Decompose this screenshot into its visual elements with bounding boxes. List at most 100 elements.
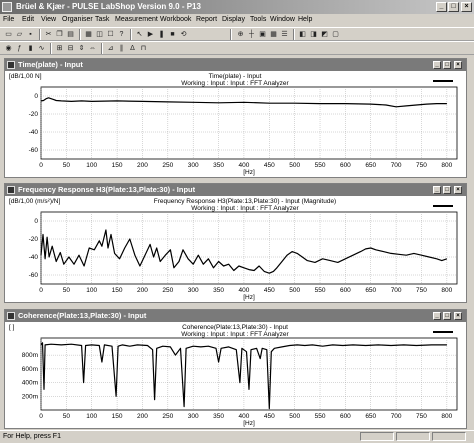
close-button[interactable]: × — [461, 2, 472, 12]
analysis-toolbar: ◉ ƒ ▮ ∿ ⊞ ⊟ ⇕ ⇔ ⊿ ∥ Δ ⊓ — [0, 41, 474, 55]
x-tick-label: 500 — [289, 162, 300, 169]
status-cell — [432, 432, 466, 441]
standard-toolbar: ▭ ▱ ▪ ✂ ❐ ▤ ▦ ◫ ☐ ? ↖ ▶ ❚ ■ ⟲ ⊕ ┼ ▣ ▦ ☰ … — [0, 27, 474, 41]
function-icon[interactable]: ƒ — [15, 44, 24, 53]
menu-edit[interactable]: Edit — [22, 15, 34, 25]
menu-view[interactable]: View — [41, 15, 56, 25]
x-tick-label: 50 — [63, 287, 71, 294]
frequency-response-plot[interactable]: 0 50 100 150 200 250 300 350 400 450 500 550 600 650 7… — [5, 184, 466, 302]
log-y-icon[interactable]: ⊟ — [66, 44, 75, 53]
status-cell — [396, 432, 430, 441]
x-tick-label: 350 — [213, 287, 224, 294]
x-tick-label: 450 — [264, 287, 275, 294]
y-tick-label: 800m — [22, 352, 38, 359]
menu-window[interactable]: Window — [270, 15, 295, 25]
coherence-plot[interactable]: 0 50 100 150 200 250 300 350 400 450 500 550 600 650 7… — [5, 310, 466, 428]
copy-icon[interactable]: ❐ — [55, 30, 64, 39]
table-icon[interactable]: ☰ — [280, 30, 289, 39]
menu-organiser[interactable]: Organiser — [62, 15, 93, 25]
save-icon[interactable]: ▪ — [26, 30, 35, 39]
y-tick-label: -20 — [29, 236, 39, 243]
x-tick-label: 300 — [188, 162, 199, 169]
x-tick-label: 650 — [365, 287, 376, 294]
x-tick-label: 450 — [264, 162, 275, 169]
x-tick-label: 250 — [162, 287, 173, 294]
cursor-icon[interactable]: ┼ — [247, 30, 256, 39]
menu-measurement[interactable]: Measurement — [115, 15, 158, 25]
x-tick-label: 500 — [289, 287, 300, 294]
minimize-button[interactable]: _ — [436, 2, 447, 12]
x-tick-label: 400 — [238, 162, 249, 169]
menu-help[interactable]: Help — [298, 15, 312, 25]
reset-icon[interactable]: ⟲ — [179, 30, 188, 39]
curve-icon[interactable]: ∿ — [37, 44, 46, 53]
time-plate-panel: Time(plate) - Input _ □ × [dB/1,00 N] Ti… — [4, 58, 467, 178]
maximize-button[interactable]: □ — [448, 2, 459, 12]
frequency-response-panel: Frequency Response H3(Plate:13,Plate:30)… — [4, 183, 467, 303]
menu-file[interactable]: File — [3, 15, 14, 25]
menu-workbook[interactable]: Workbook — [160, 15, 191, 25]
x-tick-label: 750 — [416, 413, 427, 420]
x-tick-label: 750 — [416, 162, 427, 169]
fit-icon[interactable]: ⇔ — [88, 44, 97, 53]
menu-task[interactable]: Task — [95, 15, 109, 25]
x-tick-label: 600 — [340, 162, 351, 169]
x-tick-label: 300 — [188, 413, 199, 420]
menu-report[interactable]: Report — [196, 15, 217, 25]
title-bar: Brüel & Kjær - PULSE LabShop Version 9.0… — [0, 0, 474, 14]
bar-icon[interactable]: ▮ — [26, 44, 35, 53]
grid-icon[interactable]: ▦ — [269, 30, 278, 39]
display-icon[interactable]: ▣ — [258, 30, 267, 39]
pause-icon[interactable]: ❚ — [157, 30, 166, 39]
y-tick-label: 0 — [34, 93, 38, 100]
window-icon[interactable]: ▢ — [331, 30, 340, 39]
time-plate-plot[interactable]: 0 50 100 150 200 250 300 350 400 450 500 550 600 650 7… — [5, 59, 466, 177]
band-icon[interactable]: ⊓ — [139, 44, 148, 53]
x-tick-label: 200 — [137, 162, 148, 169]
layout-icon[interactable]: ◧ — [298, 30, 307, 39]
menu-tools[interactable]: Tools — [250, 15, 266, 25]
pointer-icon[interactable]: ↖ — [135, 30, 144, 39]
y-tick-label: -60 — [29, 147, 39, 154]
harmonic-icon[interactable]: ∥ — [117, 44, 126, 53]
x-tick-label: 50 — [63, 162, 71, 169]
paste-icon[interactable]: ▤ — [66, 30, 75, 39]
peak-icon[interactable]: ⊿ — [106, 44, 115, 53]
delta-icon[interactable]: Δ — [128, 44, 137, 53]
x-tick-label: 150 — [112, 287, 123, 294]
cascade-icon[interactable]: ◩ — [320, 30, 329, 39]
log-x-icon[interactable]: ⊞ — [55, 44, 64, 53]
properties-icon[interactable]: ☐ — [106, 30, 115, 39]
x-tick-label: 100 — [86, 162, 97, 169]
start-icon[interactable]: ▶ — [146, 30, 155, 39]
x-tick-label: 800 — [441, 413, 452, 420]
x-tick-label: 200 — [137, 413, 148, 420]
x-tick-label: 100 — [86, 287, 97, 294]
x-tick-label: 150 — [112, 162, 123, 169]
open-icon[interactable]: ▱ — [15, 30, 24, 39]
status-bar: For Help, press F1 — [0, 430, 474, 443]
status-cell — [360, 432, 394, 441]
x-tick-label: 0 — [39, 287, 43, 294]
tile-icon[interactable]: ◨ — [309, 30, 318, 39]
menu-display[interactable]: Display — [222, 15, 245, 25]
x-tick-label: 300 — [188, 287, 199, 294]
stop-icon[interactable]: ■ — [168, 30, 177, 39]
x-tick-label: 0 — [39, 413, 43, 420]
x-tick-label: 700 — [391, 413, 402, 420]
print-icon[interactable]: ▦ — [84, 30, 93, 39]
cut-icon[interactable]: ✂ — [44, 30, 53, 39]
x-tick-label: 650 — [365, 162, 376, 169]
x-tick-label: 250 — [162, 413, 173, 420]
zoom-icon[interactable]: ⊕ — [236, 30, 245, 39]
window-title: Brüel & Kjær - PULSE LabShop Version 9.0… — [16, 2, 201, 11]
status-text: For Help, press F1 — [3, 433, 61, 440]
help-icon[interactable]: ? — [117, 30, 126, 39]
new-icon[interactable]: ▭ — [4, 30, 13, 39]
x-unit-label: [Hz] — [243, 169, 255, 176]
measurement-icon[interactable]: ◉ — [4, 44, 13, 53]
y-tick-label: -40 — [29, 254, 39, 261]
print-preview-icon[interactable]: ◫ — [95, 30, 104, 39]
auto-scale-icon[interactable]: ⇕ — [77, 44, 86, 53]
x-tick-label: 500 — [289, 413, 300, 420]
